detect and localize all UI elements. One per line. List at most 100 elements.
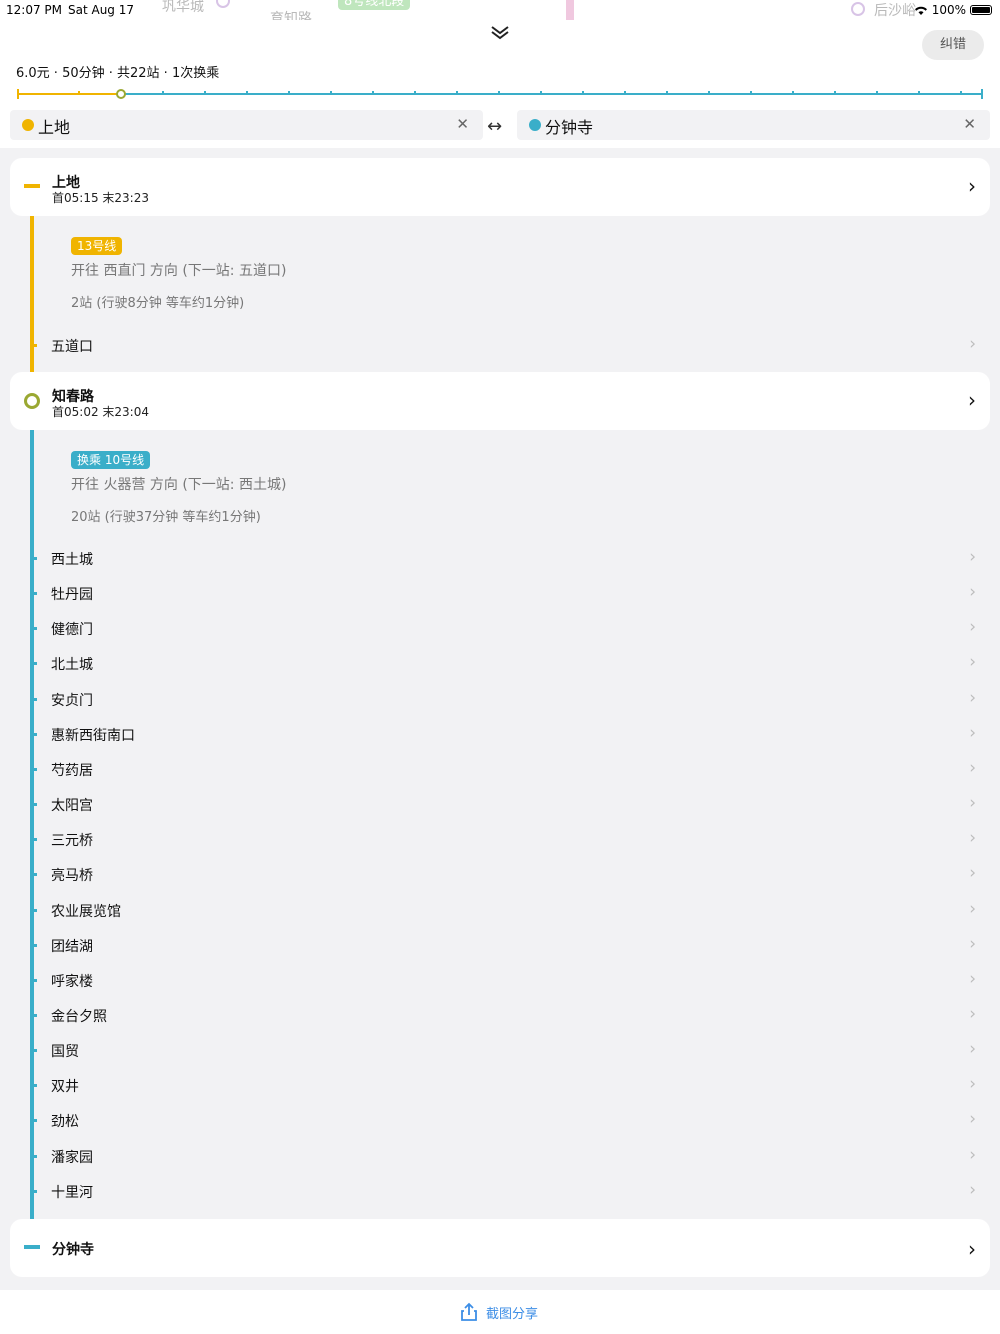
stop-tick xyxy=(33,1190,37,1193)
stop-row[interactable]: 潘家园 › xyxy=(0,1139,1000,1174)
stop-row[interactable]: 三元桥 › xyxy=(0,822,1000,857)
stop-name: 呼家楼 xyxy=(51,974,93,990)
stop-row[interactable]: 北土城 › xyxy=(0,646,1000,681)
stop-row[interactable]: 惠新西街南口 › xyxy=(0,717,1000,752)
stop-tick xyxy=(33,733,37,736)
direction-text: 开往 火器营 方向 (下一站: 西土城) xyxy=(71,477,287,493)
stop-row[interactable]: 劲松 › xyxy=(0,1103,1000,1138)
stop-name: 安贞门 xyxy=(51,693,93,709)
origin-text: 上地 xyxy=(38,118,71,137)
stop-name: 芍药居 xyxy=(51,763,93,779)
stop-name: 牡丹园 xyxy=(51,587,93,603)
stop-row[interactable]: 亮马桥 › xyxy=(0,857,1000,892)
line10-dot xyxy=(529,119,541,131)
map-station-ring xyxy=(216,0,230,8)
map-label: 巩华城 xyxy=(162,0,204,15)
destination-field[interactable]: 分钟寺 ✕ xyxy=(517,110,990,140)
stop-tick xyxy=(33,698,37,701)
stop-row[interactable]: 双井 › xyxy=(0,1068,1000,1103)
stop-row[interactable]: 五道口 › xyxy=(0,328,1000,363)
share-label: 截图分享 xyxy=(486,1306,539,1322)
chevron-right-icon: › xyxy=(969,758,976,778)
stop-row[interactable]: 安贞门 › xyxy=(0,682,1000,717)
stop-tick xyxy=(33,1049,37,1052)
stop-tick xyxy=(33,1155,37,1158)
stop-row[interactable]: 健德门 › xyxy=(0,611,1000,646)
stop-row[interactable]: 金台夕照 › xyxy=(0,998,1000,1033)
stop-name: 西土城 xyxy=(51,552,93,568)
line13-track xyxy=(30,186,34,401)
chevron-right-icon: › xyxy=(969,1180,976,1200)
share-screenshot-button[interactable]: 截图分享 xyxy=(460,1302,538,1322)
stop-tick xyxy=(33,662,37,665)
stop-row[interactable]: 西土城 › xyxy=(0,541,1000,576)
direction-text: 开往 西直门 方向 (下一站: 五道口) xyxy=(71,263,287,279)
chevron-right-icon: › xyxy=(969,828,976,848)
stop-name: 国贸 xyxy=(51,1044,79,1060)
stop-tick xyxy=(33,768,37,771)
station-times: 首05:02 末23:04 xyxy=(52,405,149,419)
stop-row[interactable]: 团结湖 › xyxy=(0,928,1000,963)
stop-row[interactable]: 太阳宫 › xyxy=(0,787,1000,822)
stop-row[interactable]: 国贸 › xyxy=(0,1033,1000,1068)
chevron-right-icon: › xyxy=(969,1109,976,1129)
stop-row[interactable]: 芍药居 › xyxy=(0,752,1000,787)
station-times: 首05:15 末23:23 xyxy=(52,191,149,205)
line13-dot xyxy=(22,119,34,131)
swap-icon[interactable]: ↔ xyxy=(487,116,502,137)
clear-origin-icon[interactable]: ✕ xyxy=(456,115,469,133)
battery-icon xyxy=(970,5,992,15)
chevron-right-icon: › xyxy=(969,652,976,672)
line-badge: 换乘 10号线 xyxy=(71,451,151,469)
chevron-right-icon: › xyxy=(969,969,976,989)
stop-tick xyxy=(33,873,37,876)
stop-name: 劲松 xyxy=(51,1114,79,1130)
stop-tick xyxy=(33,944,37,947)
transfer-ring-icon xyxy=(24,393,40,409)
stop-tick xyxy=(33,838,37,841)
status-bar: 12:07 PM Sat Aug 17 巩华城 育知路 8号线北段 后沙峪 10… xyxy=(0,0,1000,27)
chevron-right-icon: › xyxy=(969,688,976,708)
segment-info: 2站 (行驶8分钟 等车约1分钟) xyxy=(71,296,245,311)
stop-name: 双井 xyxy=(51,1079,79,1095)
stop-row[interactable]: 农业展览馆 › xyxy=(0,893,1000,928)
chevron-right-icon: › xyxy=(969,723,976,743)
origin-field[interactable]: 上地 ✕ xyxy=(10,110,483,140)
stop-tick xyxy=(33,344,37,347)
stop-name: 五道口 xyxy=(51,339,93,355)
station-card-start[interactable]: 上地 首05:15 末23:23 › xyxy=(10,158,990,216)
status-time: 12:07 PM xyxy=(6,3,62,17)
status-indicators: 100% xyxy=(914,3,992,17)
clear-destination-icon[interactable]: ✕ xyxy=(963,115,976,133)
bottom-bar: 截图分享 xyxy=(0,1290,1000,1334)
map-station-ring xyxy=(851,2,865,16)
chevron-right-icon: › xyxy=(969,1004,976,1024)
station-card-transfer[interactable]: 知春路 首05:02 末23:04 › xyxy=(10,372,990,430)
stop-name: 北土城 xyxy=(51,657,93,673)
chevron-right-icon: › xyxy=(969,617,976,637)
battery-percent: 100% xyxy=(931,3,966,17)
collapse-chevron-icon[interactable] xyxy=(488,22,512,42)
chevron-right-icon: › xyxy=(969,899,976,919)
stop-name: 健德门 xyxy=(51,622,93,638)
stop-name: 金台夕照 xyxy=(51,1009,107,1025)
chevron-right-icon: › xyxy=(969,334,976,354)
stop-row[interactable]: 呼家楼 › xyxy=(0,963,1000,998)
report-error-button[interactable]: 纠错 xyxy=(922,30,984,60)
stop-tick xyxy=(33,627,37,630)
segment-info: 20站 (行驶37分钟 等车约1分钟) xyxy=(71,510,261,525)
chevron-right-icon: › xyxy=(969,863,976,883)
chevron-right-icon: › xyxy=(969,547,976,567)
map-label: 后沙峪 xyxy=(874,3,916,19)
stop-name: 三元桥 xyxy=(51,833,93,849)
stop-row[interactable]: 牡丹园 › xyxy=(0,576,1000,611)
stop-tick xyxy=(33,1084,37,1087)
stop-name: 农业展览馆 xyxy=(51,904,121,920)
chevron-right-icon: › xyxy=(969,1039,976,1059)
stop-tick xyxy=(33,803,37,806)
share-icon xyxy=(461,1302,477,1321)
stop-row[interactable]: 十里河 › xyxy=(0,1174,1000,1209)
station-card-end[interactable]: 分钟寺 › xyxy=(10,1219,990,1277)
line-badge: 13号线 xyxy=(71,237,123,255)
stop-tick xyxy=(33,557,37,560)
